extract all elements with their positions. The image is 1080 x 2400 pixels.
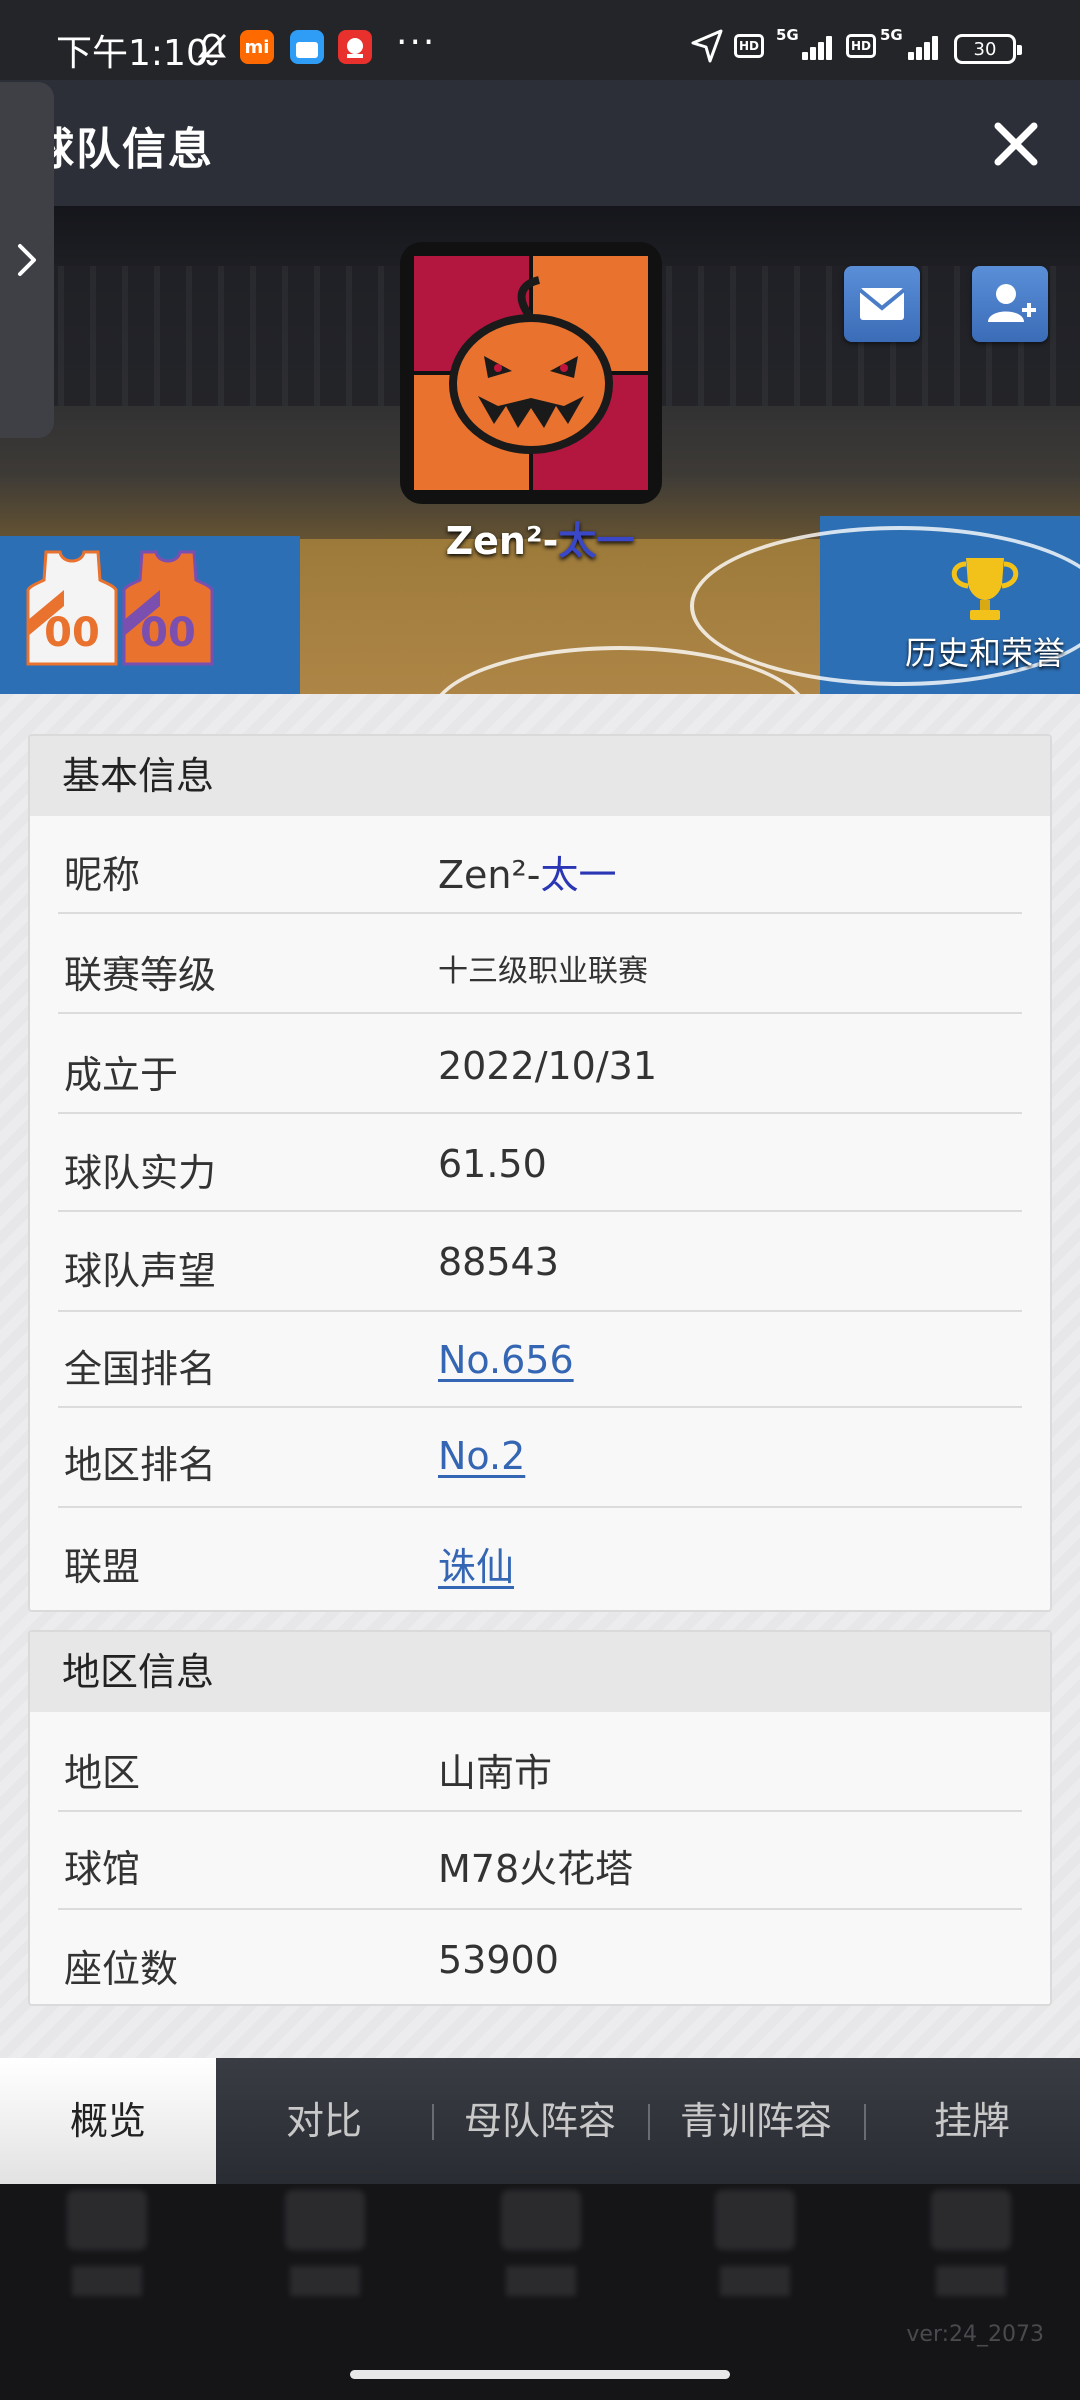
pumpkin-logo bbox=[414, 256, 648, 490]
info-row-national-rank: 全国排名 No.656 bbox=[58, 1312, 1022, 1408]
info-row-reputation: 球队声望 88543 bbox=[58, 1212, 1022, 1312]
status-time: 下午1:10 bbox=[56, 33, 209, 74]
row-value: 山南市 bbox=[438, 1751, 553, 1795]
blurred-nav-item bbox=[926, 2190, 1016, 2320]
team-banner: Zen²-太一 00 00 历史和荣誉 bbox=[0, 206, 1080, 694]
info-row-strength: 球队实力 61.50 bbox=[58, 1114, 1022, 1212]
home-jersey-number: 00 bbox=[44, 610, 100, 656]
tab-overview[interactable]: 概览 bbox=[0, 2058, 216, 2184]
row-value: 61.50 bbox=[438, 1142, 547, 1186]
hd-badge: HD bbox=[734, 34, 764, 58]
tab-compare[interactable]: 对比 bbox=[216, 2058, 432, 2184]
team-name-main: Zen²- bbox=[445, 519, 559, 563]
mail-icon bbox=[858, 288, 906, 320]
row-value: 十三级职业联赛 bbox=[438, 954, 648, 989]
blurred-nav-item bbox=[496, 2190, 586, 2320]
basic-info-card: 基本信息 昵称 Zen²-太一 联赛等级 十三级职业联赛 成立于 2022/10… bbox=[28, 734, 1052, 1612]
add-friend-button[interactable] bbox=[972, 266, 1048, 342]
honors-label: 历史和荣誉 bbox=[904, 634, 1065, 672]
blurred-nav-item bbox=[710, 2190, 800, 2320]
row-value: M78火花塔 bbox=[438, 1847, 634, 1891]
row-label: 地区排名 bbox=[64, 1443, 217, 1487]
row-value: 53900 bbox=[438, 1938, 559, 1982]
trophy-icon bbox=[951, 558, 1019, 620]
info-row-seats: 座位数 53900 bbox=[58, 1910, 1022, 2004]
honors-button[interactable]: 历史和荣誉 bbox=[890, 554, 1080, 678]
add-friend-icon bbox=[988, 284, 1036, 322]
info-row-nickname: 昵称 Zen²-太一 bbox=[58, 816, 1022, 914]
row-value: 2022/10/31 bbox=[438, 1044, 658, 1088]
basic-info-header: 基本信息 bbox=[30, 736, 1050, 816]
row-label: 联盟 bbox=[64, 1545, 141, 1589]
tab-listing[interactable]: 挂牌 bbox=[864, 2058, 1080, 2184]
row-value: 88543 bbox=[438, 1240, 559, 1284]
blurred-nav-item bbox=[62, 2190, 152, 2320]
tab-main-roster[interactable]: 母队阵容 bbox=[432, 2058, 648, 2184]
info-row-region: 地区 山南市 bbox=[58, 1712, 1022, 1812]
signal-icon bbox=[780, 34, 834, 60]
content-area: 基本信息 昵称 Zen²-太一 联赛等级 十三级职业联赛 成立于 2022/10… bbox=[0, 694, 1080, 2058]
game-app-icon bbox=[338, 30, 372, 64]
row-label: 联赛等级 bbox=[64, 953, 217, 997]
home-indicator[interactable] bbox=[350, 2370, 730, 2379]
row-label: 成立于 bbox=[64, 1053, 179, 1097]
side-drawer-handle[interactable] bbox=[0, 82, 54, 438]
title-bar: 球队信息 bbox=[0, 80, 1080, 206]
signal-icon bbox=[886, 34, 940, 60]
away-jersey: 00 bbox=[120, 550, 216, 666]
alliance-link[interactable]: 诛仙 bbox=[438, 1536, 514, 1591]
tab-youth-roster[interactable]: 青训阵容 bbox=[648, 2058, 864, 2184]
bottom-nav-area: ver:24_2073 bbox=[0, 2184, 1080, 2400]
hd-badge: HD bbox=[846, 34, 876, 58]
info-row-league: 联赛等级 十三级职业联赛 bbox=[58, 914, 1022, 1014]
row-label: 球馆 bbox=[64, 1847, 141, 1891]
chevron-right-icon bbox=[18, 244, 36, 276]
row-label: 座位数 bbox=[64, 1947, 179, 1991]
row-value: Zen²-太一 bbox=[438, 853, 617, 897]
home-jersey: 00 bbox=[24, 550, 120, 666]
region-info-card: 地区信息 地区 山南市 球馆 M78火花塔 座位数 53900 bbox=[28, 1630, 1052, 2006]
more-dots-icon: ··· bbox=[396, 22, 437, 63]
row-label: 全国排名 bbox=[64, 1347, 217, 1391]
team-name-accent: 太一 bbox=[558, 519, 635, 563]
battery-indicator: 30 bbox=[954, 34, 1022, 64]
away-jersey-number: 00 bbox=[140, 610, 196, 656]
status-bar: 下午1:10 mi ··· HD 5G HD 5G 30 bbox=[0, 0, 1080, 80]
version-label: ver:24_2073 bbox=[906, 2322, 1044, 2347]
blurred-nav-item bbox=[280, 2190, 370, 2320]
page-title: 球队信息 bbox=[30, 124, 214, 175]
row-label: 地区 bbox=[64, 1751, 141, 1795]
info-row-regional-rank: 地区排名 No.2 bbox=[58, 1408, 1022, 1508]
info-row-founded: 成立于 2022/10/31 bbox=[58, 1014, 1022, 1114]
region-info-header: 地区信息 bbox=[30, 1632, 1050, 1712]
info-row-arena: 球馆 M78火花塔 bbox=[58, 1812, 1022, 1910]
mail-button[interactable] bbox=[844, 266, 920, 342]
national-rank-link[interactable]: No.656 bbox=[438, 1338, 574, 1382]
close-button[interactable] bbox=[986, 114, 1046, 174]
row-label: 球队声望 bbox=[64, 1249, 217, 1293]
regional-rank-link[interactable]: No.2 bbox=[438, 1434, 525, 1478]
tab-bar: 概览 对比 母队阵容 青训阵容 挂牌 bbox=[0, 2058, 1080, 2184]
location-icon bbox=[691, 29, 723, 63]
row-label: 球队实力 bbox=[64, 1151, 217, 1195]
close-icon bbox=[994, 122, 1038, 166]
calendar-app-icon bbox=[290, 30, 324, 64]
bell-off-icon bbox=[197, 33, 227, 66]
info-row-alliance: 联盟 诛仙 bbox=[58, 1508, 1022, 1604]
mi-app-icon: mi bbox=[240, 30, 274, 64]
team-logo bbox=[400, 242, 662, 504]
row-label: 昵称 bbox=[64, 853, 141, 897]
